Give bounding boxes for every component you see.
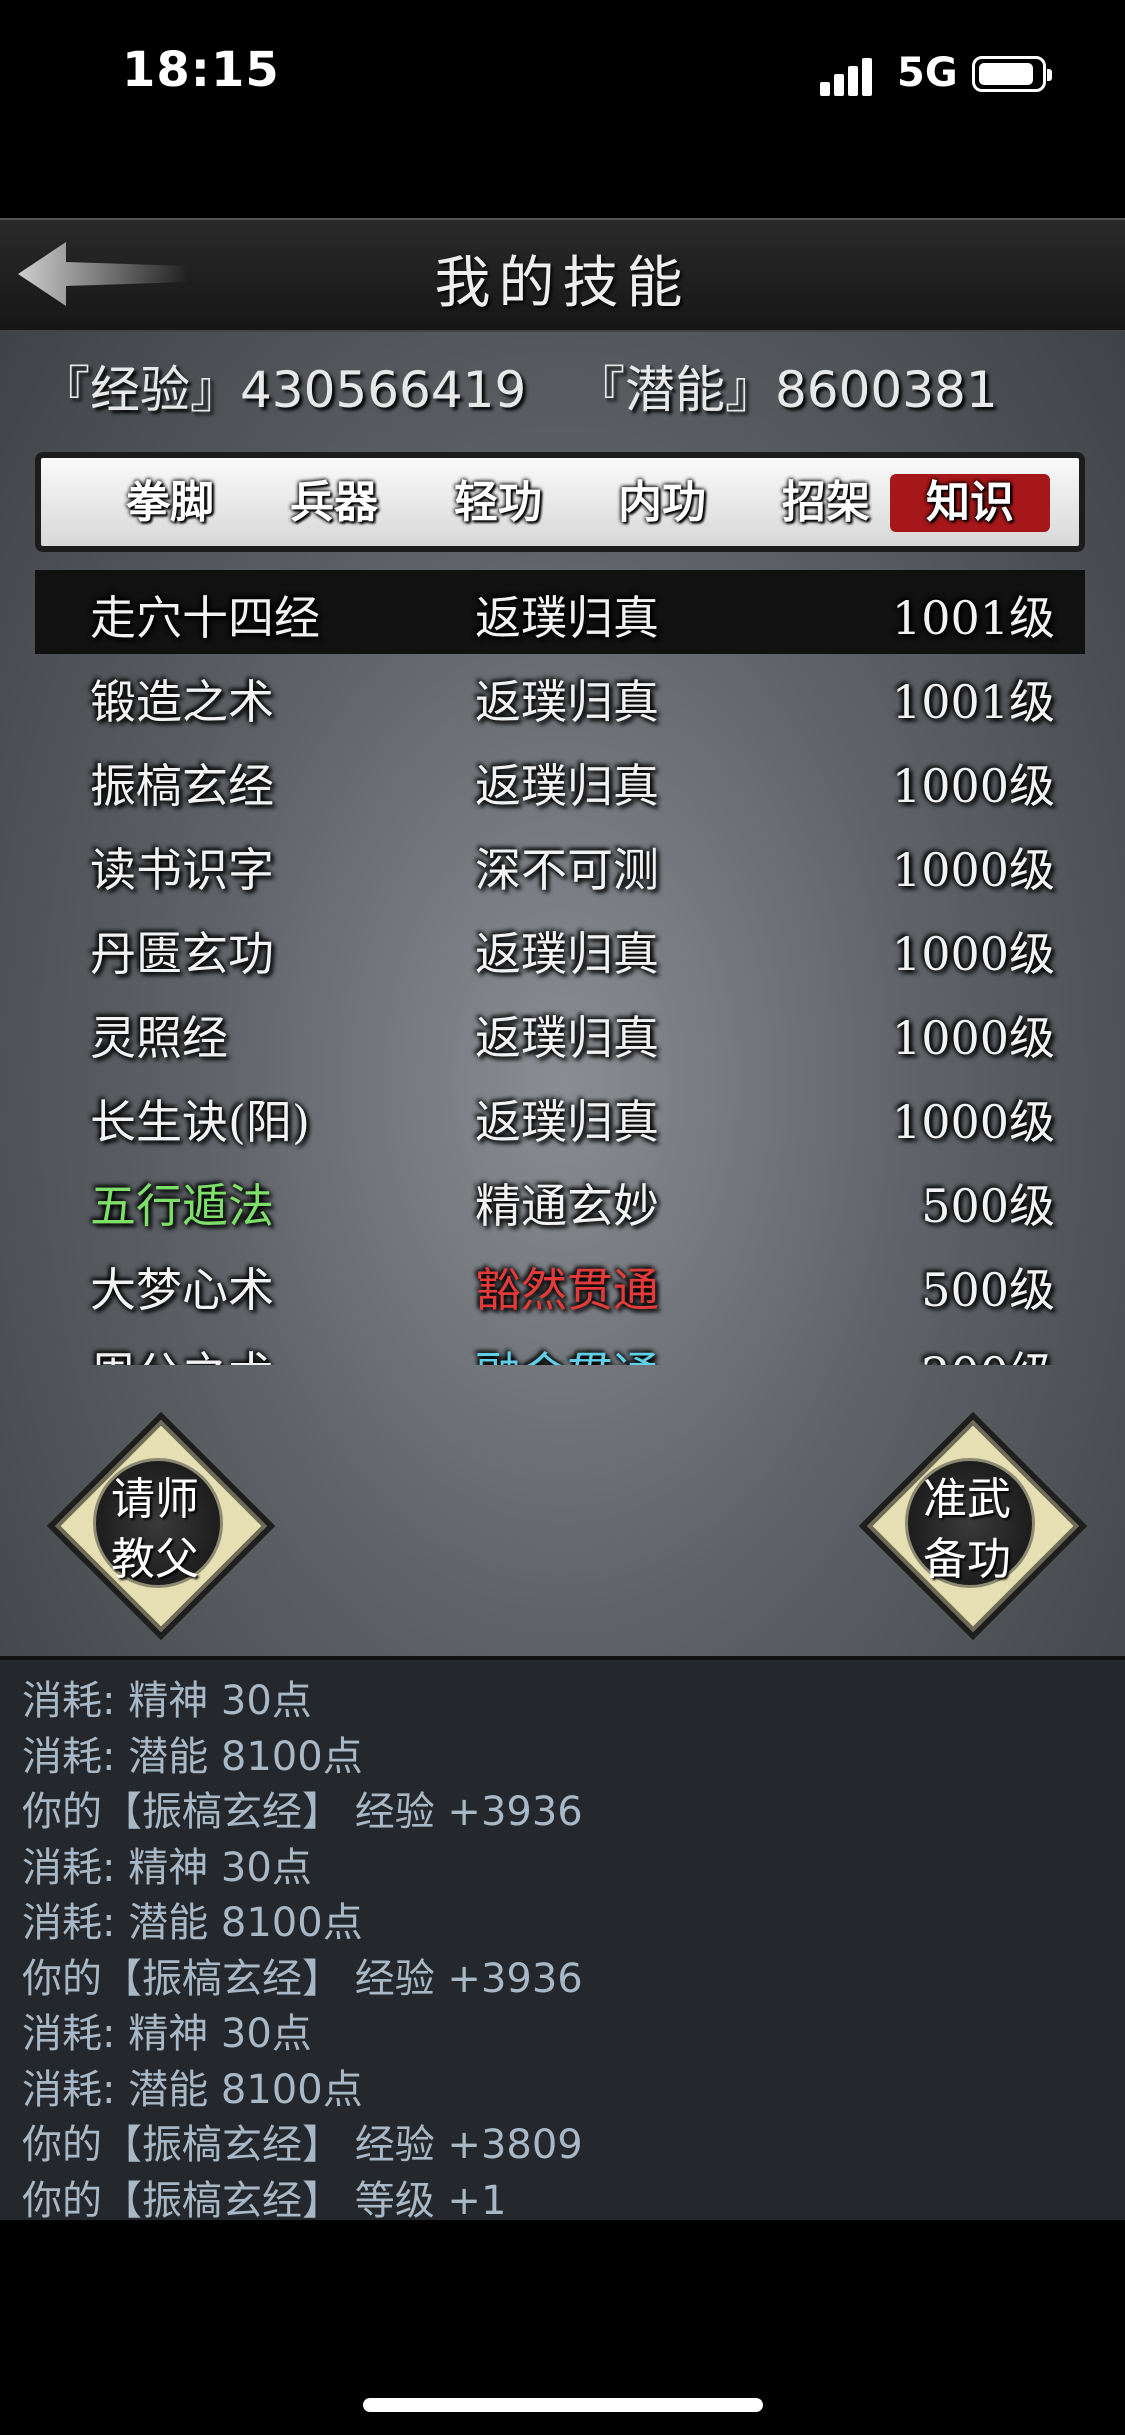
skill-realm: 返璞归真	[475, 1095, 659, 1149]
skill-row[interactable]: 周公之术 融会贯通 200级	[35, 1326, 1085, 1365]
experience-stat: 『经验』430566419	[40, 361, 527, 419]
skill-realm: 深不可测	[475, 843, 659, 897]
skill-list[interactable]: 走穴十四经 返璞归真 1001级 锻造之术 返璞归真 1001级 振槁玄经 返璞归真 1000级…	[35, 570, 1085, 1365]
skill-name: 丹匮玄功	[90, 927, 274, 981]
battery-icon	[972, 56, 1052, 92]
skill-row[interactable]: 五行遁法 精通玄妙 500级	[35, 1158, 1085, 1242]
skill-level: 500级	[921, 1263, 1055, 1317]
skill-name: 大梦心术	[90, 1263, 274, 1317]
tab-neigong[interactable]: 内功	[582, 474, 742, 532]
skill-row[interactable]: 大梦心术 豁然贯通 500级	[35, 1242, 1085, 1326]
skill-name: 锻造之术	[90, 675, 274, 729]
log-line: 消耗: 精神 30点	[22, 1678, 312, 1724]
page-title: 我的技能	[434, 251, 691, 316]
skill-row[interactable]: 灵照经 返璞归真 1000级	[35, 990, 1085, 1074]
skill-row[interactable]: 丹匮玄功 返璞归真 1000级	[35, 906, 1085, 990]
skill-level: 1001级	[891, 591, 1055, 645]
skill-name: 周公之术	[90, 1338, 274, 1365]
prepare-skill-button[interactable]: 准武 备功	[858, 1411, 1088, 1641]
tab-quanjiao[interactable]: 拳脚	[90, 474, 250, 532]
log-line: 你的【振槁玄经】 经验 +3936	[22, 1789, 583, 1835]
status-bar: 18:15 5G	[0, 0, 1125, 150]
log-line: 消耗: 精神 30点	[22, 2011, 312, 2057]
skill-level: 1000级	[891, 1011, 1055, 1065]
tab-zhaojia[interactable]: 招架	[746, 474, 906, 532]
skill-level: 200级	[921, 1338, 1055, 1365]
home-indicator[interactable]	[363, 2398, 763, 2412]
skill-realm: 融会贯通	[475, 1338, 659, 1365]
skill-level: 1000级	[891, 759, 1055, 813]
skill-realm: 返璞归真	[475, 1011, 659, 1065]
skill-level: 1001级	[891, 675, 1055, 729]
log-line: 你的【振槁玄经】 经验 +3936	[22, 1955, 583, 2002]
ask-master-label-2: 教父	[111, 1534, 199, 1585]
network-label: 5G	[897, 50, 958, 96]
log-line: 消耗: 精神 30点	[22, 1844, 312, 1891]
skill-level: 1000级	[891, 1095, 1055, 1149]
status-time: 18:15	[122, 42, 280, 98]
tab-zhishi[interactable]: 知识	[890, 474, 1050, 532]
skill-realm: 返璞归真	[475, 759, 659, 813]
ask-master-label-1: 请师	[111, 1474, 199, 1525]
potential-stat: 『潜能』8600381	[575, 361, 998, 419]
skill-row[interactable]: 锻造之术 返璞归真 1001级	[35, 654, 1085, 738]
skill-row[interactable]: 长生诀(阳) 返璞归真 1000级	[35, 1074, 1085, 1158]
skill-name: 五行遁法	[90, 1179, 274, 1233]
log-line: 消耗: 潜能 8100点	[22, 1900, 363, 1946]
log-line: 你的【振槁玄经】 等级 +1	[22, 2177, 507, 2224]
skill-row[interactable]: 振槁玄经 返璞归真 1000级	[35, 738, 1085, 822]
skill-row[interactable]: 走穴十四经 返璞归真 1001级	[35, 570, 1085, 654]
signal-icon	[820, 56, 882, 96]
skill-realm: 返璞归真	[475, 927, 659, 981]
skill-name: 走穴十四经	[90, 591, 320, 645]
skill-realm: 返璞归真	[475, 675, 659, 729]
log-line: 你的【振槁玄经】 经验 +3809	[22, 2122, 583, 2168]
tab-bingqi[interactable]: 兵器	[254, 474, 414, 532]
ask-master-button[interactable]: 请师 教父	[46, 1411, 276, 1641]
skill-category-tabs: 拳脚 兵器 轻功 内功 招架 知识	[35, 452, 1085, 552]
skill-name: 读书识字	[90, 843, 274, 897]
tab-qinggong[interactable]: 轻功	[418, 474, 578, 532]
log-line: 消耗: 潜能 8100点	[22, 2066, 363, 2113]
skill-name: 灵照经	[90, 1011, 228, 1065]
skill-realm: 返璞归真	[475, 591, 659, 645]
skill-realm: 精通玄妙	[475, 1179, 659, 1233]
skill-name: 长生诀(阳)	[90, 1095, 310, 1149]
prepare-skill-label-2: 备功	[923, 1534, 1011, 1585]
skill-name: 振槁玄经	[90, 759, 274, 813]
skill-level: 500级	[921, 1179, 1055, 1233]
skill-level: 1000级	[891, 843, 1055, 897]
skill-realm: 豁然贯通	[475, 1263, 659, 1317]
log-line: 消耗: 潜能 8100点	[22, 1733, 363, 1780]
prepare-skill-label-1: 准武	[923, 1474, 1011, 1525]
skill-level: 1000级	[891, 927, 1055, 981]
skill-row[interactable]: 读书识字 深不可测 1000级	[35, 822, 1085, 906]
message-log[interactable]: 消耗: 精神 30点 消耗: 潜能 8100点 你的【振槁玄经】 经验 +3936 消…	[0, 1656, 1125, 2224]
